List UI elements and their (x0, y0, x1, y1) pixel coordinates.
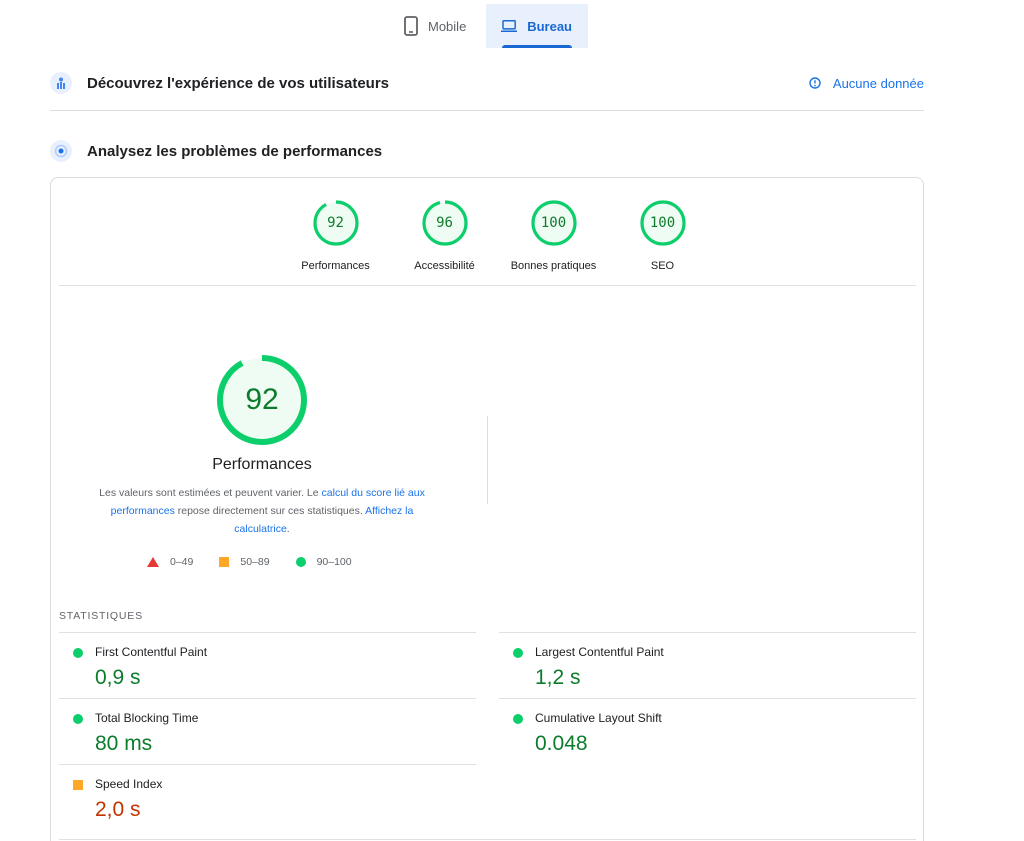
lab-data-header: Analysez les problèmes de performances (50, 139, 924, 163)
triangle-icon (147, 557, 159, 567)
performance-big-gauge: 92 (216, 354, 308, 446)
tab-desktop[interactable]: Bureau (486, 4, 588, 48)
circle-icon (513, 648, 523, 658)
gauge-label: SEO (650, 260, 675, 272)
gauge-seo[interactable]: 100 SEO (608, 200, 717, 272)
lab-data-title: Analysez les problèmes de performances (87, 142, 383, 160)
active-tab-indicator (502, 45, 572, 48)
gauge-score: 92 (327, 215, 344, 231)
gauge-score: 100 (540, 215, 567, 231)
desc-text: Les valeurs sont estimées et peuvent var… (99, 487, 322, 499)
metric-tbt: Total Blocking Time 80 ms (59, 698, 476, 764)
tab-desktop-label: Bureau (527, 18, 572, 34)
section-divider (50, 110, 924, 111)
legend-fail-label: 0–49 (170, 556, 194, 568)
metric-value: 0.048 (535, 732, 588, 755)
performance-title: Performances (212, 456, 312, 473)
gauge-score: 96 (436, 215, 453, 231)
square-icon (219, 557, 230, 567)
gauge-best-practices[interactable]: 100 Bonnes pratiques (499, 200, 608, 272)
circle-icon (73, 714, 83, 724)
category-gauges: 92 Performances 96 Accessibilité 100 Bon… (281, 200, 717, 272)
tab-mobile-label: Mobile (428, 18, 467, 34)
metric-name: First Contentful Paint (95, 645, 208, 659)
performance-score: 92 (245, 383, 279, 416)
metric-name: Total Blocking Time (95, 711, 199, 725)
no-data-label: Aucune donnée (832, 75, 924, 91)
metric-value: 1,2 s (535, 666, 581, 689)
metric-speed-index: Speed Index 2,0 s (59, 764, 476, 830)
gauge-ring: 100 (530, 200, 577, 246)
smartphone-icon (404, 16, 418, 36)
circle-icon (73, 648, 83, 658)
metric-value: 2,0 s (95, 798, 141, 821)
gauge-ring: 92 (312, 200, 359, 246)
metric-name: Cumulative Layout Shift (535, 711, 662, 725)
tab-mobile[interactable]: Mobile (394, 4, 486, 48)
circle-icon (295, 557, 306, 567)
statistics-bottom-divider (59, 839, 916, 840)
gauge-label: Performances (301, 260, 370, 272)
metric-name: Largest Contentful Paint (535, 645, 664, 659)
gauge-score: 100 (649, 215, 676, 231)
field-data-header: Découvrez l'expérience de vos utilisateu… (50, 70, 924, 96)
metric-name: Speed Index (95, 777, 163, 791)
performance-description: Les valeurs sont estimées et peuvent var… (89, 484, 435, 538)
square-icon (73, 780, 83, 790)
gauge-label: Bonnes pratiques (510, 260, 597, 272)
score-legend: 0–49 50–89 90–100 (147, 556, 378, 568)
users-icon (50, 72, 72, 94)
statistics-title: STATISTIQUES (59, 610, 143, 622)
legend-average: 50–89 (219, 556, 270, 568)
metric-lcp: Largest Contentful Paint 1,2 s (499, 632, 916, 698)
legend-fail: 0–49 (147, 556, 193, 568)
metric-value: 80 ms (95, 732, 153, 755)
desc-text: repose directement sur ces statistiques. (174, 505, 366, 517)
report-card: 92 Performances 96 Accessibilité 100 Bon… (50, 177, 924, 841)
no-data-status[interactable]: Aucune donnée (809, 76, 924, 91)
gauge-ring: 100 (639, 200, 686, 246)
legend-pass: 90–100 (295, 556, 352, 568)
diagnostics-icon (50, 140, 72, 162)
gauge-ring: 96 (421, 200, 468, 246)
vertical-separator (487, 416, 488, 504)
metric-cls: Cumulative Layout Shift 0.048 (499, 698, 916, 764)
circle-icon (513, 714, 523, 724)
field-data-title: Découvrez l'expérience de vos utilisateu… (87, 74, 390, 92)
info-icon (809, 77, 821, 89)
gauges-divider (59, 285, 916, 286)
laptop-icon (501, 20, 518, 32)
gauge-accessibility[interactable]: 96 Accessibilité (390, 200, 499, 272)
gauge-performance[interactable]: 92 Performances (281, 200, 390, 272)
metric-value: 0,9 s (95, 666, 141, 689)
legend-average-label: 50–89 (240, 556, 270, 568)
metric-fcp: First Contentful Paint 0,9 s (59, 632, 476, 698)
legend-pass-label: 90–100 (316, 556, 352, 568)
gauge-label: Accessibilité (414, 260, 475, 272)
desc-text: . (286, 523, 290, 535)
device-tabs: Mobile Bureau (394, 4, 588, 48)
